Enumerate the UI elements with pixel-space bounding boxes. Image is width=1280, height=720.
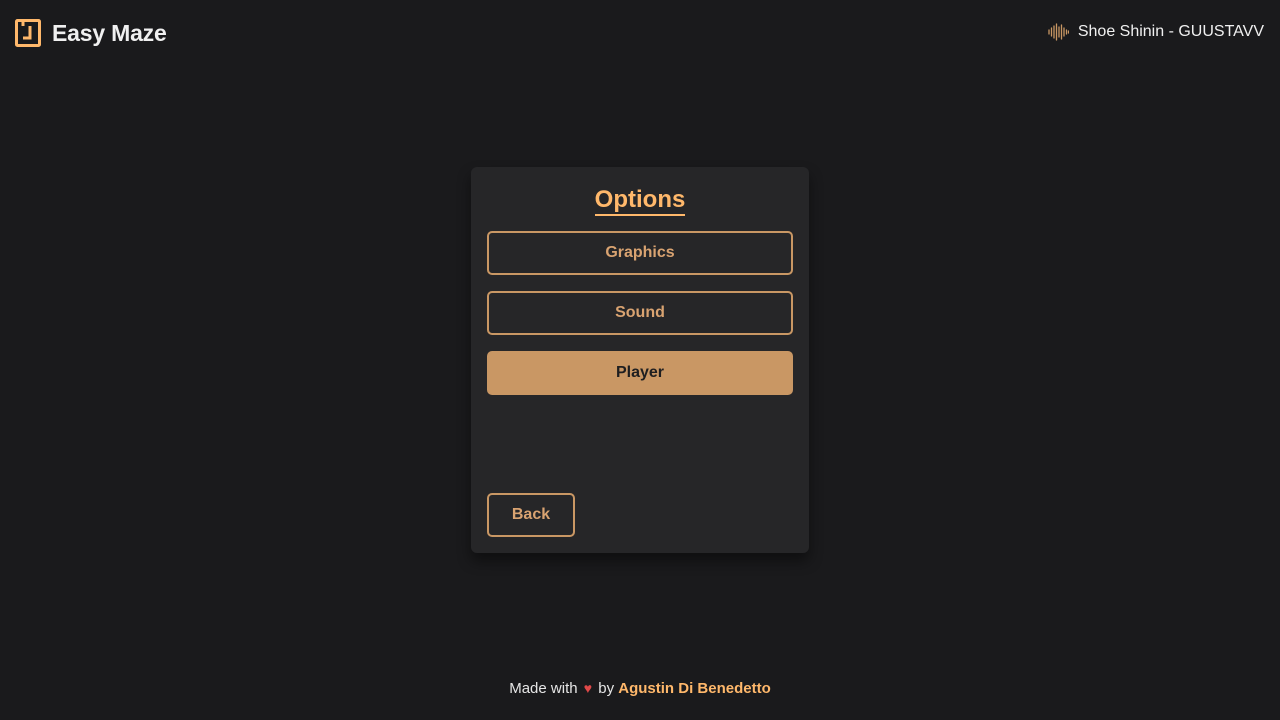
options-card: Options Graphics Sound Player Back bbox=[471, 167, 809, 553]
graphics-button[interactable]: Graphics bbox=[487, 231, 793, 275]
page: Easy Maze Shoe Shinin - GUUSTAVV Options… bbox=[0, 0, 1280, 720]
player-button[interactable]: Player bbox=[487, 351, 793, 395]
sound-button[interactable]: Sound bbox=[487, 291, 793, 335]
author-link[interactable]: Agustin Di Benedetto bbox=[618, 680, 771, 697]
footer-prefix: Made with bbox=[509, 680, 578, 697]
sound-wave-icon bbox=[1048, 23, 1069, 41]
maze-logo-icon bbox=[15, 19, 41, 47]
now-playing: Shoe Shinin - GUUSTAVV bbox=[1048, 20, 1264, 44]
options-title: Options bbox=[471, 185, 809, 216]
brand[interactable]: Easy Maze bbox=[15, 18, 167, 48]
app-title: Easy Maze bbox=[52, 19, 167, 46]
footer-by: by bbox=[598, 680, 615, 697]
back-button[interactable]: Back bbox=[487, 493, 575, 537]
options-title-text: Options bbox=[594, 186, 686, 216]
track-title: Shoe Shinin - GUUSTAVV bbox=[1077, 23, 1264, 40]
heart-icon: ♥ bbox=[583, 680, 593, 696]
footer: Made with ♥ by Agustin Di Benedetto bbox=[0, 678, 1280, 699]
